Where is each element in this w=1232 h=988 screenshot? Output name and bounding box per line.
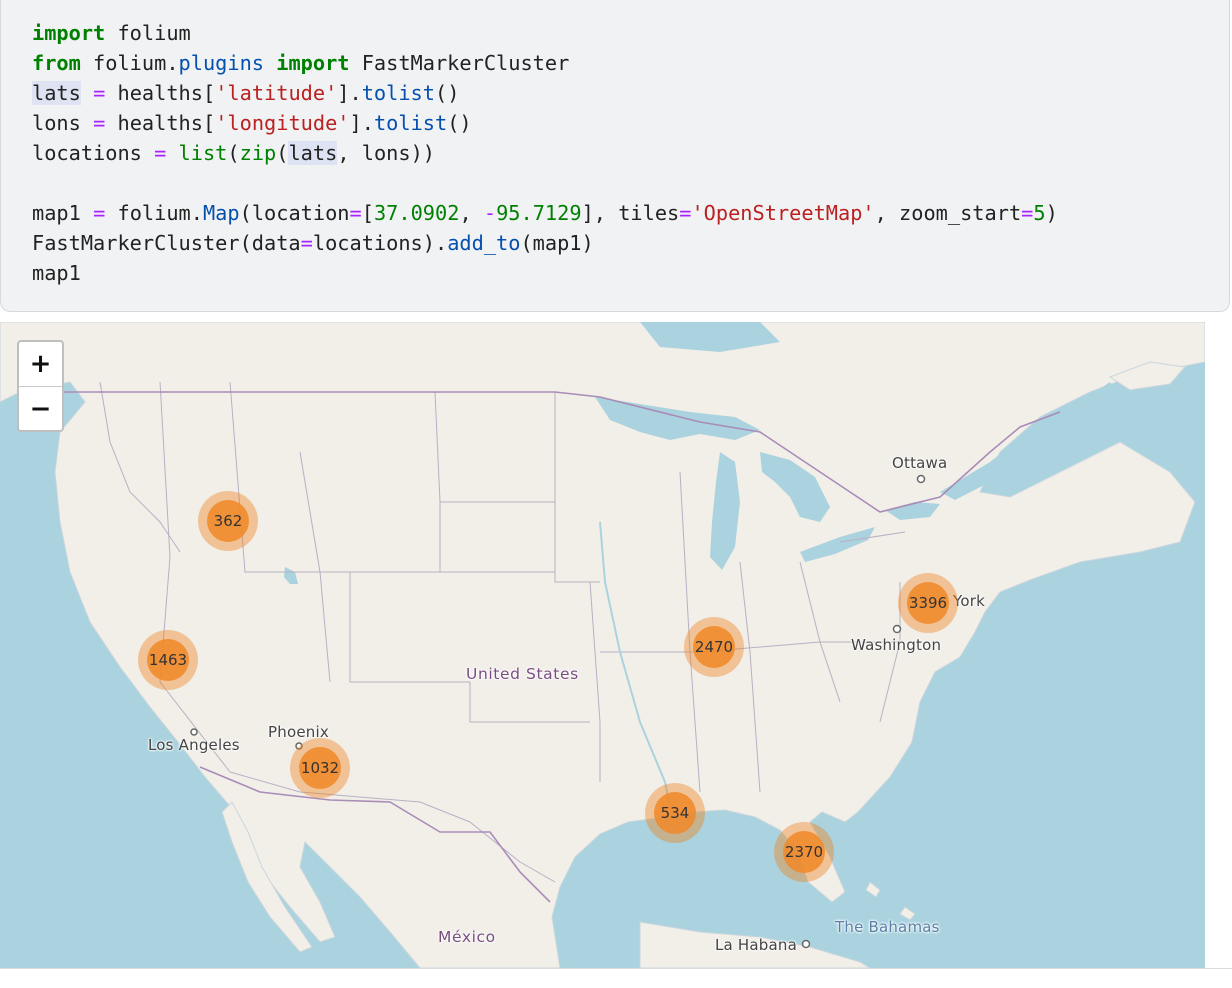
cluster-count: 3396 xyxy=(907,582,949,624)
code-token: folium. xyxy=(80,51,179,75)
code-token: = xyxy=(1021,201,1034,225)
label-mexico: México xyxy=(438,928,496,946)
cluster-count: 534 xyxy=(654,792,696,834)
label-bahamas: The Bahamas xyxy=(835,918,940,936)
ottawa-dot xyxy=(916,474,926,484)
code-token: FastMarkerCluster(data xyxy=(32,231,301,255)
code-token: import xyxy=(276,51,350,75)
marker-cluster-louisiana[interactable]: 534 xyxy=(645,783,705,843)
cluster-count: 2470 xyxy=(693,626,735,668)
zoom-out-button[interactable]: − xyxy=(19,387,62,430)
code-token: = xyxy=(300,231,313,255)
code-token: , lons)) xyxy=(337,141,435,165)
code-token: healths[ xyxy=(105,111,216,135)
code-token: tolist xyxy=(361,81,435,105)
cluster-count: 1032 xyxy=(299,747,341,789)
code-token: 'longitude' xyxy=(215,111,350,135)
code-token: ], tiles xyxy=(581,201,680,225)
code-token: locations). xyxy=(312,231,448,255)
zoom-in-button[interactable]: + xyxy=(19,342,62,387)
cluster-count: 1463 xyxy=(147,639,189,681)
code-token: map1 xyxy=(32,201,94,225)
code-token: , zoom_start xyxy=(874,201,1022,225)
zoom-control: + − xyxy=(17,340,64,432)
code-line: import folium xyxy=(32,18,1058,48)
code-line: lats = healths['latitude'].tolist() xyxy=(32,78,1058,108)
code-token: healths[ xyxy=(105,81,216,105)
code-token: ]. xyxy=(349,111,374,135)
code-token: plugins xyxy=(178,51,265,75)
code-token: 'latitude' xyxy=(215,81,338,105)
code-token: tolist xyxy=(373,111,448,135)
code-line: lons = healths['longitude'].tolist() xyxy=(32,108,1058,138)
code-token: add_to xyxy=(447,231,521,255)
code-token: folium xyxy=(105,21,191,45)
code-token: , xyxy=(459,201,484,225)
code-token: FastMarkerCluster xyxy=(349,51,570,75)
code-line: map1 = folium.Map(location=[37.0902, -95… xyxy=(32,198,1058,228)
code-line: map1 xyxy=(32,258,1058,288)
code-token: ]. xyxy=(337,81,362,105)
label-united-states: United States xyxy=(466,665,579,683)
marker-cluster-florida[interactable]: 2370 xyxy=(774,822,834,882)
code-token: from xyxy=(32,51,81,75)
marker-cluster-idaho[interactable]: 362 xyxy=(198,491,258,551)
label-washington: Washington xyxy=(851,636,942,654)
code-token: map1 xyxy=(32,261,81,285)
code-token: 5 xyxy=(1033,201,1046,225)
code-token: (location xyxy=(239,201,350,225)
code-token: () xyxy=(447,111,472,135)
code-token: lats xyxy=(32,81,81,105)
code-line: FastMarkerCluster(data=locations).add_to… xyxy=(32,228,1058,258)
code-token: - xyxy=(483,201,497,225)
code-token: = xyxy=(93,81,106,105)
marker-cluster-new-york[interactable]: 3396 xyxy=(898,573,958,633)
code-cell[interactable]: import folium from folium.plugins import … xyxy=(0,0,1230,312)
bahamas-islands xyxy=(865,881,916,921)
washington-dot xyxy=(892,624,902,634)
code-line: from folium.plugins import FastMarkerClu… xyxy=(32,48,1058,78)
code-token: lats xyxy=(288,141,338,165)
code-token: ( xyxy=(276,141,289,165)
code-token: = xyxy=(93,111,106,135)
marker-cluster-indiana[interactable]: 2470 xyxy=(684,617,744,677)
code-token: zip xyxy=(239,141,277,165)
code-token: list xyxy=(178,141,228,165)
code-token: locations xyxy=(32,141,155,165)
code-token: ) xyxy=(1045,201,1058,225)
code-token: Map xyxy=(202,201,240,225)
label-ottawa: Ottawa xyxy=(892,454,948,472)
code-editor[interactable]: import folium from folium.plugins import … xyxy=(32,18,1058,288)
code-token: [ xyxy=(361,201,374,225)
la-habana-dot xyxy=(801,939,811,949)
code-token: ( xyxy=(227,141,240,165)
code-token: = xyxy=(93,201,106,225)
code-token: () xyxy=(434,81,460,105)
map-output[interactable]: Ottawa York Washington United States Pho… xyxy=(0,322,1205,968)
label-la-habana: La Habana xyxy=(715,936,798,954)
code-token: lons xyxy=(32,111,94,135)
marker-cluster-california[interactable]: 1463 xyxy=(138,630,198,690)
code-token: import xyxy=(32,21,106,45)
code-token: = xyxy=(154,141,167,165)
los-angeles-dot xyxy=(190,728,198,736)
code-token: 95.7129 xyxy=(496,201,582,225)
label-los-angeles: Los Angeles xyxy=(148,736,240,754)
code-token: 'OpenStreetMap' xyxy=(691,201,875,225)
output-divider xyxy=(0,968,1232,969)
marker-cluster-arizona[interactable]: 1032 xyxy=(290,738,350,798)
cluster-count: 362 xyxy=(207,500,249,542)
code-line: locations = list(zip(lats, lons)) xyxy=(32,138,1058,168)
code-token: folium. xyxy=(105,201,203,225)
cluster-count: 2370 xyxy=(783,831,825,873)
code-token: = xyxy=(679,201,692,225)
code-token: (map1) xyxy=(520,231,594,255)
code-token: = xyxy=(349,201,362,225)
code-token: 37.0902 xyxy=(373,201,460,225)
